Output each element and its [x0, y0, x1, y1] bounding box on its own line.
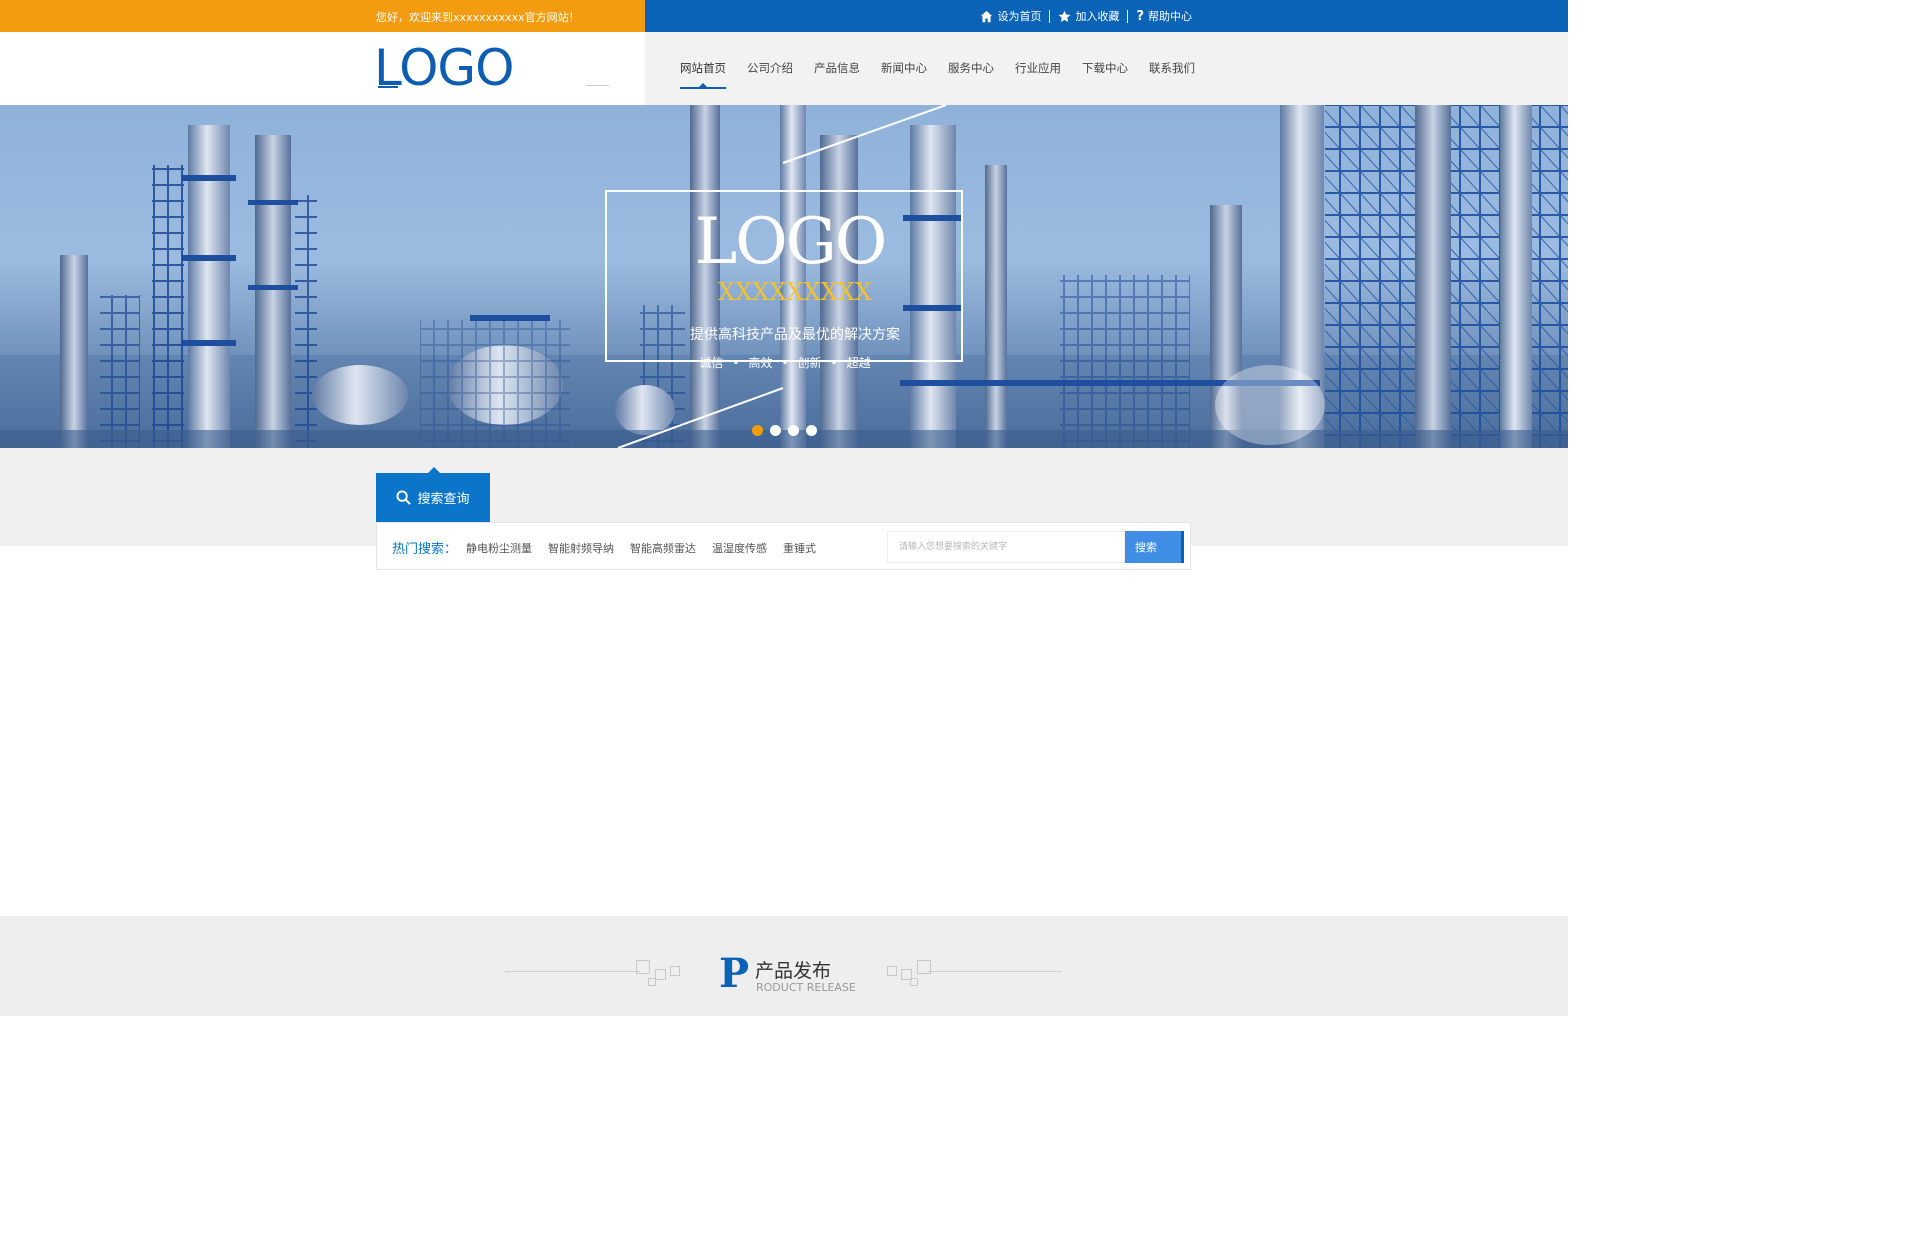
logo-underline	[378, 86, 398, 88]
search-icon	[396, 490, 412, 505]
divider	[1049, 9, 1051, 23]
hot-tag[interactable]: 重锤式	[783, 540, 816, 556]
add-favorite-link[interactable]: 加入收藏	[1058, 8, 1119, 24]
slide-dot-2[interactable]	[770, 425, 781, 436]
site-logo[interactable]: LOGO	[374, 38, 515, 98]
search-panel: 热门搜索： 静电粉尘测量 智能射频导纳 智能高频雷达 温湿度传感 重锤式 搜索	[376, 522, 1191, 570]
decor-square	[670, 966, 680, 976]
hot-tag[interactable]: 静电粉尘测量	[466, 540, 532, 556]
product-section-subtitle: RODUCT RELEASE	[756, 981, 856, 994]
decor-line-left	[505, 971, 640, 972]
top-bar: 您好，欢迎来到xxxxxxxxxxx官方网站！ 设为首页 加入收藏 ? 帮助中心	[0, 0, 1568, 32]
header-left	[0, 32, 645, 105]
product-letter: P	[719, 950, 750, 997]
decor-line-right	[927, 971, 1062, 972]
header: LOGO 网站首页 公司介绍 产品信息 新闻中心 服务中心 行业应用 下载中心 …	[0, 32, 1568, 105]
hero-subtitle: XXXXXXXXX	[718, 278, 872, 306]
value-innovation: 创新	[797, 356, 822, 370]
slide-dot-3[interactable]	[788, 425, 799, 436]
nav-products[interactable]: 产品信息	[814, 32, 860, 105]
decor-line	[586, 85, 609, 86]
nav-company[interactable]: 公司介绍	[747, 32, 793, 105]
hero-values: 诚信 • 高效 • 创新 • 超越	[605, 354, 965, 371]
value-separator: •	[781, 356, 789, 370]
hot-tag[interactable]: 智能高频雷达	[630, 540, 696, 556]
value-separator: •	[830, 356, 838, 370]
question-icon: ?	[1136, 8, 1144, 24]
set-homepage-label: 设为首页	[997, 10, 1042, 23]
nav-news[interactable]: 新闻中心	[881, 32, 927, 105]
hot-search-label: 热门搜索：	[392, 542, 458, 557]
nav-home[interactable]: 网站首页	[680, 32, 726, 105]
product-section-title: 产品发布	[755, 960, 832, 982]
value-integrity: 诚信	[699, 356, 724, 370]
value-efficiency: 高效	[748, 356, 773, 370]
hot-search-tags: 静电粉尘测量 智能射频导纳 智能高频雷达 温湿度传感 重锤式	[466, 540, 816, 556]
search-tab[interactable]: 搜索查询	[376, 467, 490, 522]
nav-service[interactable]: 服务中心	[948, 32, 994, 105]
hot-tag[interactable]: 温湿度传感	[712, 540, 767, 556]
decor-square	[917, 960, 931, 974]
help-center-label: 帮助中心	[1148, 10, 1192, 23]
divider	[1127, 9, 1129, 23]
search-input[interactable]	[887, 531, 1125, 563]
value-excellence: 超越	[846, 356, 871, 370]
add-favorite-label: 加入收藏	[1075, 10, 1120, 23]
decor-square	[887, 966, 897, 976]
main-nav: 网站首页 公司介绍 产品信息 新闻中心 服务中心 行业应用 下载中心 联系我们	[680, 32, 1216, 105]
set-homepage-link[interactable]: 设为首页	[980, 8, 1041, 24]
slide-dot-4[interactable]	[806, 425, 817, 436]
home-icon	[981, 10, 993, 22]
hero-title: LOGO	[694, 205, 888, 279]
help-center-link[interactable]: ? 帮助中心	[1136, 8, 1192, 24]
hot-tag[interactable]: 智能射频导纳	[548, 540, 614, 556]
search-button[interactable]: 搜索	[1125, 531, 1184, 563]
slide-indicators	[752, 425, 817, 436]
star-icon	[1059, 10, 1071, 22]
hero-slogan: 提供高科技产品及最优的解决方案	[690, 327, 900, 343]
product-section: P 产品发布 RODUCT RELEASE	[0, 916, 1568, 1016]
decor-square	[655, 969, 666, 980]
value-separator: •	[732, 356, 740, 370]
nav-download[interactable]: 下载中心	[1082, 32, 1128, 105]
page: 您好，欢迎来到xxxxxxxxxxx官方网站！ 设为首页 加入收藏 ? 帮助中心…	[0, 0, 1568, 1016]
decor-square	[636, 960, 650, 974]
hero-banner: LOGO XXXXXXXXX 提供高科技产品及最优的解决方案 诚信 • 高效 • 创新 •…	[0, 105, 1568, 448]
nav-industry[interactable]: 行业应用	[1015, 32, 1061, 105]
decor-square	[648, 978, 656, 986]
search-tab-label: 搜索查询	[417, 492, 470, 507]
top-links: 设为首页 加入收藏 ? 帮助中心	[980, 8, 1192, 24]
decor-square	[910, 978, 918, 986]
welcome-text: 您好，欢迎来到xxxxxxxxxxx官方网站！	[376, 11, 580, 24]
slide-dot-1[interactable]	[752, 425, 763, 436]
nav-contact[interactable]: 联系我们	[1149, 32, 1195, 105]
